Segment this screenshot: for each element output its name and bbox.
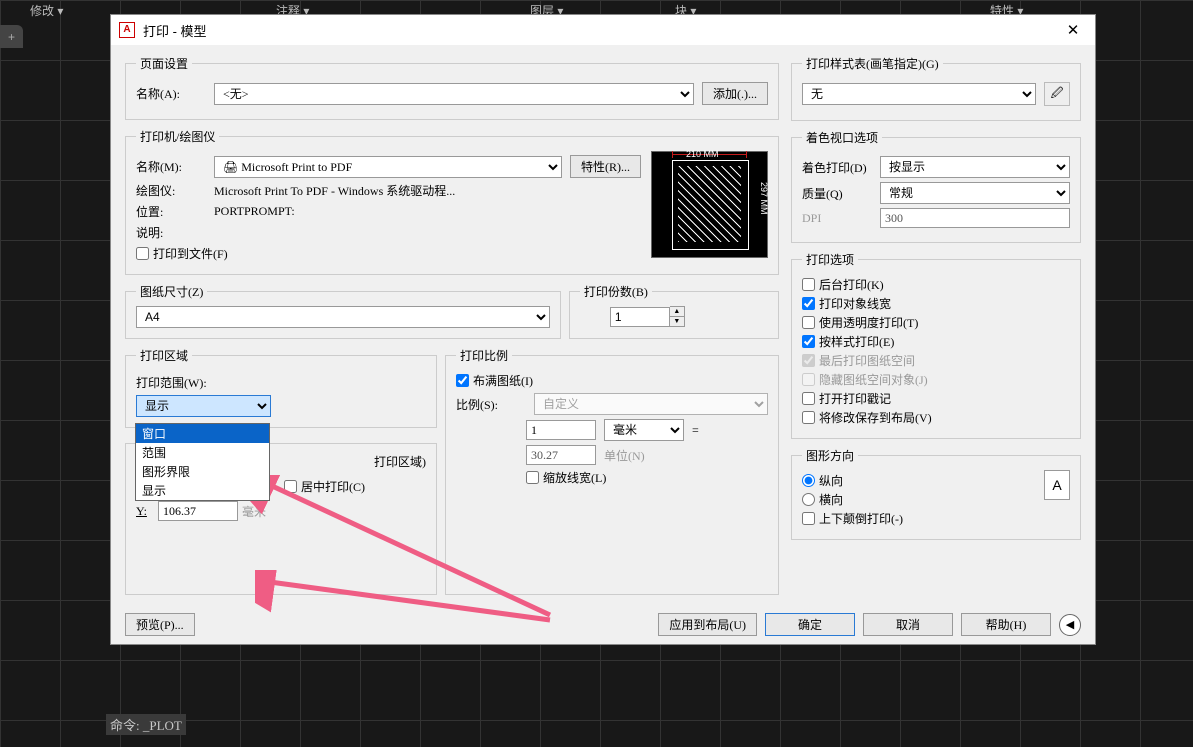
dialog-footer: 预览(P)... 应用到布局(U) 确定 取消 帮助(H) ◀ xyxy=(111,605,1095,644)
orientation-group: 图形方向 纵向 横向 上下颠倒打印(-) A xyxy=(791,447,1081,540)
printer-name-label: 名称(M): xyxy=(136,158,206,175)
opt-extents[interactable]: 范围 xyxy=(136,443,269,462)
dpi-input xyxy=(880,208,1070,228)
page-name-label: 名称(A): xyxy=(136,85,206,102)
scale-den-input xyxy=(526,445,596,465)
scale-lineweights-check[interactable]: 缩放线宽(L) xyxy=(526,469,768,486)
plot-what-dropdown[interactable]: 窗口 范围 图形界限 显示 xyxy=(135,423,270,501)
quality-label: 质量(Q) xyxy=(802,185,872,202)
plot-style-select[interactable]: 无 xyxy=(802,83,1036,105)
plot-style-group: 打印样式表(画笔指定)(G) 无 🖉 xyxy=(791,55,1081,121)
scale-num-input[interactable] xyxy=(526,420,596,440)
opt-save-changes[interactable]: 将修改保存到布局(V) xyxy=(802,409,1070,426)
opt-paperspace-last: 最后打印图纸空间 xyxy=(802,352,1070,369)
scale-select: 自定义 xyxy=(534,393,768,415)
orient-upside[interactable]: 上下颠倒打印(-) xyxy=(802,510,1044,527)
plot-options-group: 打印选项 后台打印(K) 打印对象线宽 使用透明度打印(T) 按样式打印(E) … xyxy=(791,251,1081,439)
paper-size-legend: 图纸尺寸(Z) xyxy=(136,283,207,300)
scale-unit-select[interactable]: 毫米 xyxy=(604,419,684,441)
command-line: 命令: _PLOT xyxy=(106,714,186,735)
add-page-button[interactable]: 添加(.)... xyxy=(702,82,768,105)
plotter-label: 绘图仪: xyxy=(136,182,206,199)
cancel-button[interactable]: 取消 xyxy=(863,613,953,636)
plot-what-select[interactable]: 显示 xyxy=(136,395,271,417)
orientation-icon: A xyxy=(1044,470,1070,500)
opt-window[interactable]: 窗口 xyxy=(136,424,269,443)
printer-properties-button[interactable]: 特性(R)... xyxy=(570,155,641,178)
paper-size-select[interactable]: A4 xyxy=(136,306,550,328)
copies-spinner[interactable]: ▲▼ xyxy=(610,306,768,327)
spin-up-icon: ▲ xyxy=(670,307,684,317)
paper-size-group: 图纸尺寸(Z) A4 xyxy=(125,283,561,339)
orientation-legend: 图形方向 xyxy=(802,447,858,464)
plotter-value: Microsoft Print To PDF - Windows 系统驱动程..… xyxy=(214,182,455,199)
copies-group: 打印份数(B) ▲▼ xyxy=(569,283,779,339)
where-label: 位置: xyxy=(136,203,206,220)
offset-y-label: Y: xyxy=(136,504,154,519)
paper-preview: 210 MM 297 MM xyxy=(651,151,768,258)
plot-what-label: 打印范围(W): xyxy=(136,374,426,391)
desc-label: 说明: xyxy=(136,224,206,241)
plot-style-edit-button[interactable]: 🖉 xyxy=(1044,82,1070,106)
shaded-legend: 着色视口选项 xyxy=(802,129,882,146)
offset-unit2: 毫米 xyxy=(242,503,266,520)
apply-layout-button[interactable]: 应用到布局(U) xyxy=(658,613,757,636)
shade-plot-select[interactable]: 按显示 xyxy=(880,156,1070,178)
opt-display[interactable]: 显示 xyxy=(136,481,269,500)
dpi-label: DPI xyxy=(802,211,872,226)
equals-icon: = xyxy=(692,423,699,438)
where-value: PORTPROMPT: xyxy=(214,204,295,219)
ok-button[interactable]: 确定 xyxy=(765,613,855,636)
opt-background[interactable]: 后台打印(K) xyxy=(802,276,1070,293)
opt-hide-paperspace: 隐藏图纸空间对象(J) xyxy=(802,371,1070,388)
plot-scale-legend: 打印比例 xyxy=(456,347,512,364)
page-setup-legend: 页面设置 xyxy=(136,55,192,72)
plot-dialog: A 打印 - 模型 ✕ 页面设置 名称(A): <无> 添加(.)... 打印机… xyxy=(110,14,1096,645)
printer-legend: 打印机/绘图仪 xyxy=(136,128,219,145)
preview-button[interactable]: 预览(P)... xyxy=(125,613,195,636)
titlebar: A 打印 - 模型 ✕ xyxy=(111,15,1095,45)
printer-name-select[interactable]: 🖨 Microsoft Print to PDF xyxy=(214,156,562,178)
paper-width-text: 210 MM xyxy=(686,149,719,159)
copies-input xyxy=(610,307,670,327)
spin-down-icon: ▼ xyxy=(670,317,684,326)
center-plot-check[interactable]: 居中打印(C) xyxy=(284,478,365,495)
ribbon-add-tab[interactable]: + xyxy=(0,25,23,48)
opt-limits[interactable]: 图形界限 xyxy=(136,462,269,481)
plot-options-legend: 打印选项 xyxy=(802,251,858,268)
opt-lineweights[interactable]: 打印对象线宽 xyxy=(802,295,1070,312)
shade-plot-label: 着色打印(D) xyxy=(802,159,872,176)
opt-transparency[interactable]: 使用透明度打印(T) xyxy=(802,314,1070,331)
quality-select[interactable]: 常规 xyxy=(880,182,1070,204)
scale-label: 比例(S): xyxy=(456,396,526,413)
plot-area-legend: 打印区域 xyxy=(136,347,192,364)
plot-area-group: 打印区域 打印范围(W): 显示 xyxy=(125,347,437,428)
orient-portrait[interactable]: 纵向 xyxy=(802,472,1044,489)
opt-stamp[interactable]: 打开打印戳记 xyxy=(802,390,1070,407)
page-name-select[interactable]: <无> xyxy=(214,83,694,105)
help-button[interactable]: 帮助(H) xyxy=(961,613,1051,636)
dialog-title: 打印 - 模型 xyxy=(143,21,1059,40)
scale-unit2: 单位(N) xyxy=(604,447,645,464)
opt-styles[interactable]: 按样式打印(E) xyxy=(802,333,1070,350)
paper-height-text: 297 MM xyxy=(759,182,769,215)
orient-landscape[interactable]: 横向 xyxy=(802,491,1044,508)
offset-y-input[interactable] xyxy=(158,501,238,521)
close-button[interactable]: ✕ xyxy=(1059,21,1087,39)
collapse-button[interactable]: ◀ xyxy=(1059,614,1081,636)
page-setup-group: 页面设置 名称(A): <无> 添加(.)... xyxy=(125,55,779,120)
plot-scale-group: 打印比例 布满图纸(I) 比例(S): 自定义 毫米 = 单位(N) xyxy=(445,347,779,595)
panel-title-modify: 修改 ▾ xyxy=(30,2,63,19)
plot-to-file-check[interactable]: 打印到文件(F) xyxy=(136,245,641,262)
fit-to-paper-check[interactable]: 布满图纸(I) xyxy=(456,372,768,389)
copies-legend: 打印份数(B) xyxy=(580,283,652,300)
plot-style-legend: 打印样式表(画笔指定)(G) xyxy=(802,55,943,72)
app-logo-icon: A xyxy=(119,22,135,38)
printer-group: 打印机/绘图仪 名称(M): 🖨 Microsoft Print to PDF … xyxy=(125,128,779,275)
shaded-viewport-group: 着色视口选项 着色打印(D) 按显示 质量(Q) 常规 DPI xyxy=(791,129,1081,243)
